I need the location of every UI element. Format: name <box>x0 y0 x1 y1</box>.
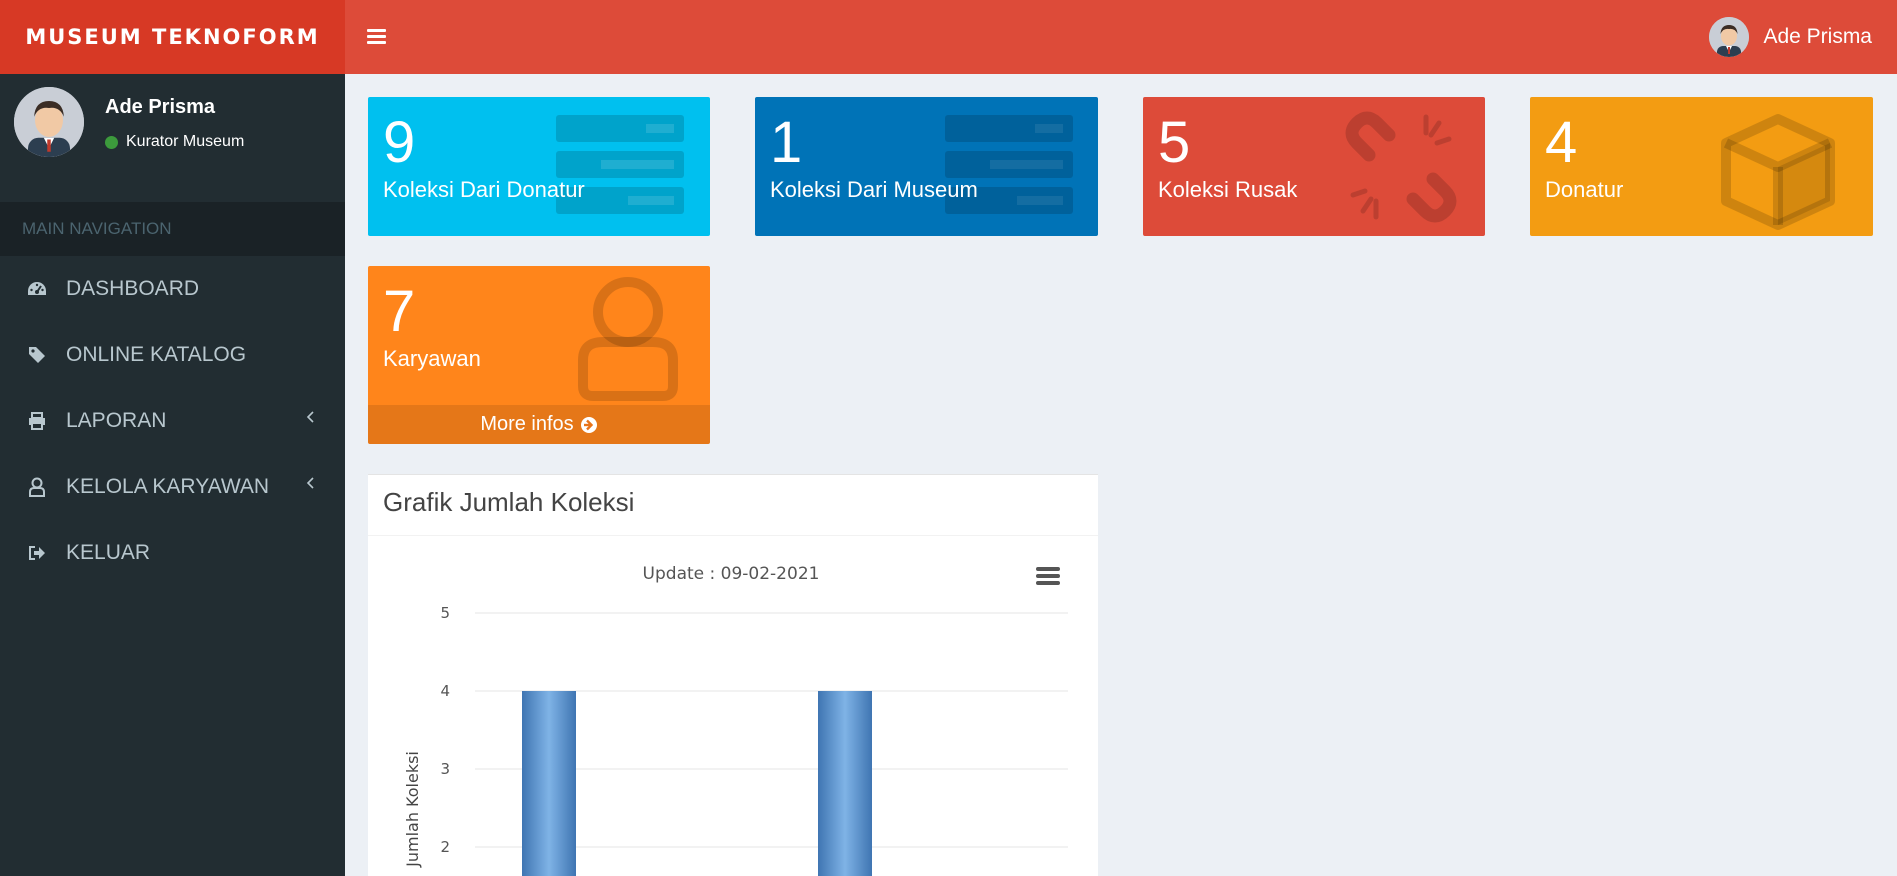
header-user-name: Ade Prisma <box>1763 25 1872 48</box>
stat-box-koleksi-donatur: 9 Koleksi Dari Donatur <box>368 97 710 236</box>
y-axis-label: Jumlah Koleksi <box>403 751 422 868</box>
print-icon <box>26 410 48 432</box>
sidebar-item-label: KELUAR <box>66 541 151 564</box>
chart-bar[interactable] <box>818 691 872 876</box>
sidebar-item-label: KELOLA KARYAWAN <box>66 475 270 498</box>
arrow-circle-right-icon <box>580 416 597 433</box>
hamburger-menu-icon[interactable] <box>1036 567 1060 585</box>
top-navbar: Ade Prisma <box>345 0 1897 74</box>
user-role-label: Kurator Museum <box>126 133 245 150</box>
stat-box-donatur: 4 Donatur <box>1530 97 1873 236</box>
stat-label: Koleksi Dari Donatur <box>383 177 585 202</box>
more-info-link[interactable]: More infos <box>368 405 710 444</box>
app-logo[interactable]: MUSEUM TEKNOFORM <box>0 0 345 74</box>
card-title: Grafik Jumlah Koleksi <box>383 487 635 517</box>
nav-header: MAIN NAVIGATION <box>0 202 345 256</box>
sidebar-user-name: Ade Prisma <box>105 96 216 118</box>
stat-box-koleksi-rusak: 5 Koleksi Rusak <box>1143 97 1485 236</box>
online-status-icon <box>105 135 118 149</box>
sidebar-item-keluar[interactable]: KELUAR <box>0 520 345 586</box>
broken-link-icon <box>1345 111 1457 223</box>
avatar <box>14 87 84 157</box>
sidebar-item-label: ONLINE KATALOG <box>66 343 247 366</box>
chart-bar[interactable] <box>522 691 576 876</box>
stat-label: Donatur <box>1545 177 1624 202</box>
stat-label: Koleksi Dari Museum <box>770 177 978 202</box>
sign-out-icon <box>26 542 48 564</box>
sidebar-toggle-icon[interactable] <box>367 28 387 46</box>
more-info-label: More infos <box>480 413 574 435</box>
stat-value: 9 <box>383 110 416 175</box>
chevron-left-icon <box>306 477 314 489</box>
stat-label: Karyawan <box>383 346 481 371</box>
user-icon <box>26 476 48 498</box>
sidebar-item-kelola-karyawan[interactable]: KELOLA KARYAWAN <box>0 454 345 520</box>
sidebar-item-laporan[interactable]: LAPORAN <box>0 388 345 454</box>
chevron-left-icon <box>306 411 314 423</box>
y-tick-label: 3 <box>440 760 450 778</box>
tag-icon <box>26 344 48 366</box>
user-panel: Ade Prisma Kurator Museum <box>0 74 345 202</box>
user-icon <box>578 277 678 401</box>
y-tick-label: 5 <box>440 604 450 622</box>
sidebar-item-label: LAPORAN <box>66 409 167 432</box>
sidebar-item-online-katalog[interactable]: ONLINE KATALOG <box>0 322 345 388</box>
sidebar-user-role: Kurator Museum <box>105 133 244 151</box>
y-tick-label: 2 <box>440 838 450 856</box>
cube-icon <box>1721 114 1835 230</box>
avatar <box>1709 17 1750 57</box>
sidebar-item-label: DASHBOARD <box>66 277 200 300</box>
stat-value: 7 <box>383 279 416 344</box>
y-tick-label: 4 <box>440 682 450 700</box>
stat-box-karyawan: 7 Karyawan More infos <box>368 266 710 444</box>
bar-chart: Update : 09-02-2021 5 4 3 2 Jumlah Koleksi <box>403 564 1068 876</box>
chart-title: Update : 09-02-2021 <box>643 564 820 584</box>
stat-box-koleksi-museum: 1 Koleksi Dari Museum <box>755 97 1098 236</box>
sidebar: Ade Prisma Kurator Museum MAIN NAVIGATIO… <box>0 74 345 876</box>
stat-label: Koleksi Rusak <box>1158 177 1298 202</box>
dashboard-icon <box>26 278 48 300</box>
sidebar-item-dashboard[interactable]: DASHBOARD <box>0 256 345 322</box>
chart-card: Grafik Jumlah Koleksi Update : 09-02-202… <box>368 474 1098 876</box>
stat-value: 5 <box>1158 110 1191 175</box>
user-menu[interactable]: Ade Prisma <box>1709 17 1872 57</box>
stat-value: 1 <box>770 110 803 175</box>
stat-value: 4 <box>1545 110 1578 175</box>
